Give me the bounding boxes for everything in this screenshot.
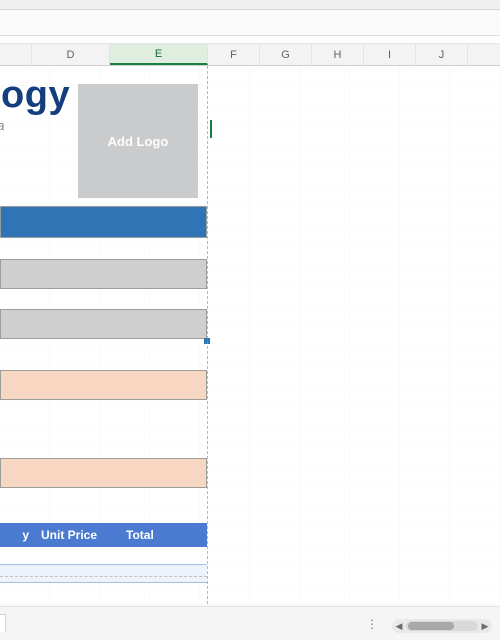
column-headers: D E F G H I J	[0, 44, 500, 66]
ribbon-top-strip	[0, 0, 500, 10]
selection-handle[interactable]	[204, 338, 210, 344]
scroll-track[interactable]	[406, 621, 478, 631]
scroll-right-icon[interactable]: ▶	[478, 619, 492, 633]
col-header-qty-fragment: y	[0, 528, 35, 542]
table-row[interactable]	[0, 565, 207, 583]
invoice-table-body	[0, 547, 207, 583]
col-header-h[interactable]: H	[312, 44, 364, 65]
col-header-unit-price: Unit Price	[35, 528, 120, 542]
col-header-edge[interactable]	[0, 44, 32, 65]
col-header-j[interactable]: J	[416, 44, 468, 65]
scroll-thumb[interactable]	[408, 622, 454, 630]
sheet-tab-edge[interactable]	[0, 614, 6, 632]
col-header-i[interactable]: I	[364, 44, 416, 65]
col-header-d[interactable]: D	[32, 44, 110, 65]
col-header-total: Total	[120, 528, 180, 542]
scroll-left-icon[interactable]: ◀	[392, 619, 406, 633]
table-row[interactable]	[0, 547, 207, 565]
horizontal-scrollbar[interactable]: ◀ ▶	[392, 619, 492, 633]
company-title: logy	[0, 74, 70, 117]
company-subtitle: ria	[0, 118, 4, 133]
active-cell-outline	[204, 120, 212, 138]
invoice-table-header: y Unit Price Total	[0, 523, 207, 547]
col-header-g[interactable]: G	[260, 44, 312, 65]
col-header-e[interactable]: E	[110, 44, 208, 65]
col-header-f[interactable]: F	[208, 44, 260, 65]
section-header-dark[interactable]	[0, 206, 207, 238]
tab-options-icon[interactable]: ⋮	[366, 617, 380, 631]
spreadsheet-grid[interactable]: logy ria Add Logo y Unit Price Total	[0, 66, 500, 604]
highlight-row-2[interactable]	[0, 458, 207, 488]
status-bar: ⋮ ◀ ▶	[0, 606, 500, 640]
ribbon-lower-strip	[0, 10, 500, 36]
info-row-2[interactable]	[0, 309, 207, 339]
add-logo-placeholder[interactable]: Add Logo	[78, 84, 198, 198]
formula-bar[interactable]	[0, 36, 500, 44]
info-row-1[interactable]	[0, 259, 207, 289]
add-logo-label: Add Logo	[108, 134, 169, 149]
highlight-row-1[interactable]	[0, 370, 207, 400]
